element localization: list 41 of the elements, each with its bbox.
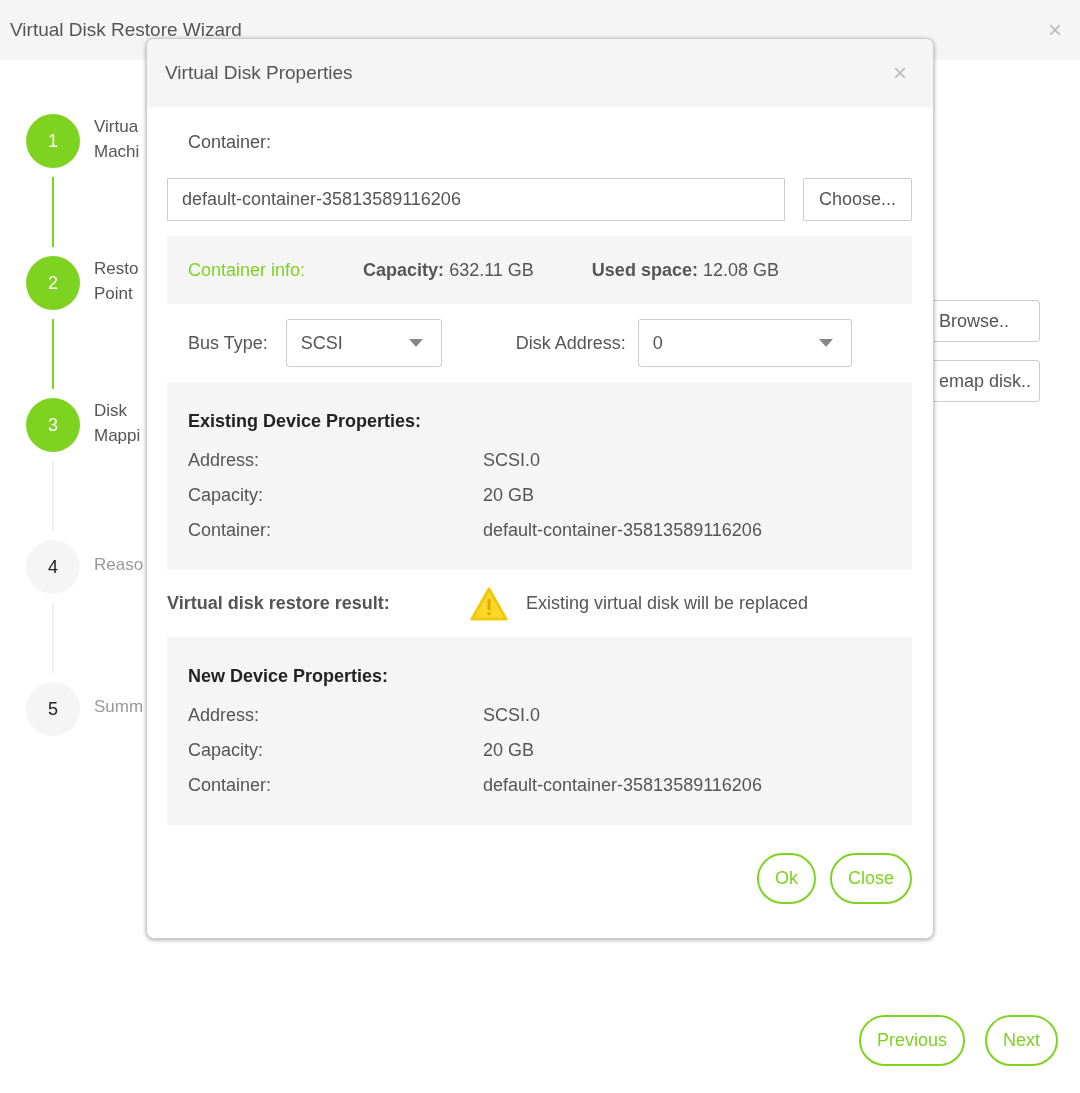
result-message: Existing virtual disk will be replaced <box>526 592 809 615</box>
property-label: Container: <box>188 774 273 797</box>
field-label: Container: <box>187 131 273 154</box>
field-label: Bus Type: <box>188 331 268 355</box>
info-text: Used space: 12.08 GB <box>591 258 779 282</box>
bus-type-select[interactable]: SCSI <box>285 319 442 367</box>
caret-icon <box>818 339 833 347</box>
info-text: Capacity: 632.11 GB <box>363 258 534 282</box>
property-label: Capacity: <box>188 739 265 762</box>
step-label: Resto Point <box>94 258 140 305</box>
choose-button[interactable]: Choose... <box>803 178 912 221</box>
property-value: SCSI.0 <box>483 704 541 727</box>
property-value: 20 GB <box>483 484 535 507</box>
info-label: Container info: <box>188 258 306 282</box>
step-number: 1 <box>26 114 80 168</box>
property-value: SCSI.0 <box>483 449 541 472</box>
property-value: default-container-35813589116206 <box>483 774 762 797</box>
property-label: Address: <box>188 704 261 727</box>
step-number: 2 <box>26 256 80 310</box>
step-label: Reaso <box>94 554 145 576</box>
step-label: Disk Mappi <box>94 400 142 447</box>
property-value: 20 GB <box>483 739 535 762</box>
step-label: Virtua Machi <box>94 116 141 163</box>
disk-address-select[interactable]: 0 <box>637 319 852 367</box>
step-label: Summ <box>94 696 145 718</box>
step-number: 5 <box>26 682 80 736</box>
property-label: Container: <box>188 519 273 542</box>
section-heading: Existing Device Properties: <box>188 410 423 433</box>
caret-icon <box>408 339 423 347</box>
step-number: 4 <box>26 540 80 594</box>
section-heading: New Device Properties: <box>188 665 390 688</box>
wizard-title: Virtual Disk Restore Wizard <box>10 17 242 42</box>
dialog-title: Virtual Disk Properties <box>165 60 353 85</box>
property-label: Address: <box>188 449 261 472</box>
result-label: Virtual disk restore result: <box>167 592 391 615</box>
property-label: Capacity: <box>188 484 265 507</box>
step-number: 3 <box>26 398 80 452</box>
warning-icon <box>470 586 508 621</box>
property-value: default-container-35813589116206 <box>483 519 762 542</box>
container-field[interactable]: default-container-35813589116206 <box>167 178 785 221</box>
field-label: Disk Address: <box>515 331 626 355</box>
